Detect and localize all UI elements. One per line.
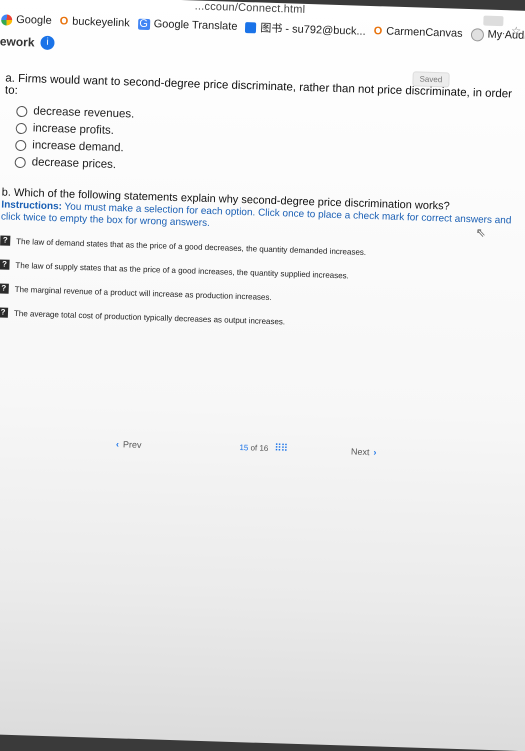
canvas-icon: O: [373, 25, 383, 38]
bookmark-label: CarmenCanvas: [386, 25, 463, 40]
chevron-left-icon: ‹: [115, 438, 120, 449]
bookmark-account[interactable]: 图书 - su792@buck...: [245, 19, 366, 39]
statement-item[interactable]: ? The average total cost of production t…: [0, 307, 518, 333]
radio-button[interactable]: [16, 105, 28, 117]
account-icon: [245, 21, 257, 33]
next-label: Next: [350, 446, 370, 457]
option-label: decrease revenues.: [33, 105, 135, 121]
check-box[interactable]: ?: [0, 259, 10, 270]
prev-label: Prev: [122, 438, 142, 450]
radio-button[interactable]: [15, 122, 27, 134]
radio-button[interactable]: [14, 156, 26, 168]
current-page: 15: [239, 443, 249, 453]
pagination: ‹ Prev 15 of 16 ⠿⠿ Next ›: [116, 438, 516, 462]
radio-button[interactable]: [15, 139, 27, 151]
screen: ...ccoun/Connect.html Google O buckeyeli…: [0, 0, 525, 751]
page-indicator: 15 of 16: [239, 443, 268, 453]
address-bar[interactable]: ...ccoun/Connect.html: [195, 0, 306, 15]
statement-list: ? The law of demand states that as the p…: [0, 235, 520, 333]
statement-item[interactable]: ? The law of demand states that as the p…: [0, 235, 520, 261]
bookmark-buckeyelink[interactable]: O buckeyelink: [59, 15, 129, 29]
translate-icon: G: [137, 17, 150, 30]
option-label: increase demand.: [32, 139, 124, 155]
statement-item[interactable]: ? The law of supply states that as the p…: [0, 259, 519, 285]
instructions-label: Instructions:: [1, 199, 63, 213]
check-box[interactable]: ?: [0, 283, 9, 294]
page-of-label: of: [250, 443, 258, 453]
buckeyelink-icon: O: [59, 15, 69, 28]
mouse-cursor-icon: ⇖: [475, 225, 487, 240]
bookmark-label: buckeyelink: [72, 15, 130, 30]
grid-icon[interactable]: ⠿⠿: [274, 443, 287, 454]
next-button[interactable]: Next ›: [351, 446, 377, 457]
statement-item[interactable]: ? The marginal revenue of a product will…: [0, 283, 519, 309]
statement-text: The marginal revenue of a product will i…: [14, 284, 272, 302]
question-content: a. Firms would want to second-degree pri…: [0, 73, 525, 348]
google-icon: [1, 13, 13, 26]
check-box[interactable]: ?: [0, 307, 9, 318]
bookmark-google-translate[interactable]: G Google Translate: [137, 17, 238, 33]
info-icon[interactable]: i: [40, 35, 55, 51]
total-pages: 16: [259, 443, 269, 453]
prev-button[interactable]: ‹ Prev: [116, 439, 142, 450]
browser-menu[interactable]: ... ☆: [499, 24, 521, 38]
statement-text: The law of demand states that as the pri…: [16, 236, 367, 257]
app-title: nework: [0, 34, 35, 50]
bookmark-label: 图书 - su792@buck...: [260, 22, 366, 38]
bookmark-label: Google Translate: [153, 18, 238, 33]
bookmark-label: Google: [16, 13, 52, 27]
option-label: increase profits.: [32, 122, 115, 137]
option-label: decrease prices.: [31, 156, 117, 172]
statement-text: The law of supply states that as the pri…: [15, 260, 350, 280]
bookmark-google[interactable]: Google: [1, 13, 52, 27]
check-box[interactable]: ?: [0, 235, 11, 246]
statement-text: The average total cost of production typ…: [13, 308, 286, 326]
chevron-right-icon: ›: [373, 446, 377, 457]
audit-icon: [470, 27, 484, 42]
bookmark-carmencanvas[interactable]: O CarmenCanvas: [373, 25, 462, 40]
